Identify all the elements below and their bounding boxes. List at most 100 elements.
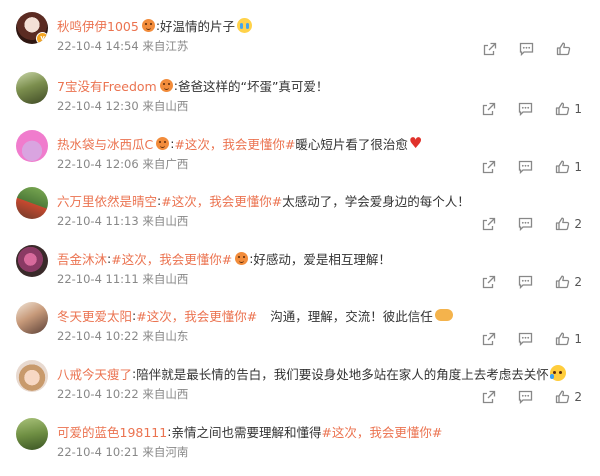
comment-item: 吾金沐沐 : #这次，我会更懂你# : 好感动，爱是相互理解！ 22-10-4 … <box>0 245 600 303</box>
comment-text: 爸爸这样的“坏蛋”真可爱！ <box>177 78 329 94</box>
thumbs-up-icon <box>556 42 571 56</box>
thumbs-up-icon <box>556 390 570 404</box>
user-level-badge-icon <box>141 18 155 32</box>
topic-link[interactable]: #这次，我会更懂你# <box>136 306 257 325</box>
comment-actions: 2 <box>460 274 582 290</box>
like-count: 2 <box>574 275 582 289</box>
comment-icon <box>519 102 533 116</box>
comment-text: 亲情之间也需要理解和懂得 <box>171 424 322 440</box>
comment-body: 吾金沐沐 : #这次，我会更懂你# : 好感动，爱是相互理解！ <box>57 248 391 268</box>
comment-location: 来自山东 <box>142 329 189 343</box>
comment-text: 太感动了，学会爱身边的每个人！ <box>282 193 470 209</box>
username-link[interactable]: 可爱的蓝色198111 <box>57 422 167 441</box>
share-icon <box>483 390 496 404</box>
avatar[interactable] <box>16 418 48 450</box>
username-link[interactable]: 秋鸣伊伊1005 <box>57 16 139 35</box>
thumbs-up-icon <box>556 102 570 116</box>
comment-item: 热水袋与冰西瓜C : #这次，我会更懂你# 暖心短片看了很治愈 ♥ 22-10-… <box>0 130 600 188</box>
comment-text: 好感动，爱是相互理解！ <box>253 251 391 267</box>
avatar[interactable] <box>16 187 48 219</box>
comment-item: 7宝没有Freedom : 爸爸这样的“坏蛋”真可爱！ 22-10-4 12:3… <box>0 72 600 130</box>
comment-body: 可爱的蓝色198111 : 亲情之间也需要理解和懂得 #这次，我会更懂你# <box>57 421 442 441</box>
comment-meta: 22-10-4 10:22 来自山东 <box>57 328 188 344</box>
comment-actions <box>461 41 582 57</box>
reply-button[interactable] <box>518 275 533 289</box>
share-button[interactable] <box>482 390 496 404</box>
thumbs-up-icon <box>556 160 570 174</box>
share-button[interactable] <box>482 275 496 289</box>
comment-actions: 1 <box>460 101 582 117</box>
like-button[interactable]: 1 <box>555 160 582 174</box>
like-count: 2 <box>574 217 582 231</box>
avatar[interactable] <box>16 360 48 392</box>
comment-location: 来自江苏 <box>142 39 189 53</box>
comment-item: 冬天更爱太阳 : #这次，我会更懂你# 沟通，理解，交流！彼此信任 22-10-… <box>0 302 600 360</box>
avatar[interactable] <box>16 245 48 277</box>
comment-actions: 2 <box>460 216 582 232</box>
like-count: 2 <box>574 390 582 404</box>
like-button[interactable]: 1 <box>555 102 582 116</box>
thumbs-up-icon <box>556 217 570 231</box>
reply-button[interactable] <box>518 332 533 346</box>
username-link[interactable]: 吾金沐沐 <box>57 249 107 268</box>
comment-icon <box>519 160 533 174</box>
username-link[interactable]: 热水袋与冰西瓜C <box>57 134 153 153</box>
comment-time: 22-10-4 14:54 <box>57 39 139 53</box>
topic-link[interactable]: #这次，我会更懂你# <box>174 134 295 153</box>
like-count: 1 <box>574 332 582 346</box>
topic-link[interactable]: #这次，我会更懂你# <box>161 191 282 210</box>
comment-location: 来自广西 <box>142 157 189 171</box>
like-button[interactable]: 2 <box>555 275 582 289</box>
comment-body: 冬天更爱太阳 : #这次，我会更懂你# 沟通，理解，交流！彼此信任 <box>57 305 453 325</box>
comment-location: 来自山西 <box>142 387 189 401</box>
share-icon <box>483 332 496 346</box>
comment-meta: 22-10-4 11:13 来自山西 <box>57 213 188 229</box>
like-button[interactable] <box>556 42 582 56</box>
share-button[interactable] <box>482 160 496 174</box>
avatar[interactable] <box>16 302 48 334</box>
avatar[interactable] <box>16 130 48 162</box>
reply-button[interactable] <box>518 390 533 404</box>
comment-body: 八戒今天瘦了 : 陪伴就是最长情的告白，我们要设身处地多站在家人的角度上去考虑去… <box>57 363 566 383</box>
reply-button[interactable] <box>518 102 533 116</box>
topic-link[interactable]: #这次，我会更懂你# <box>111 249 232 268</box>
thumbs-up-icon <box>556 332 570 346</box>
comment-list: v 秋鸣伊伊1005 : 好温情的片子 22-10-4 14:54 来自江苏 7… <box>0 0 600 465</box>
comment-meta: 22-10-4 14:54 来自江苏 <box>57 38 188 54</box>
handshake-emoji-icon <box>434 309 453 321</box>
topic-link[interactable]: #这次，我会更懂你# <box>321 422 442 441</box>
like-button[interactable]: 2 <box>555 217 582 231</box>
like-button[interactable]: 1 <box>555 332 582 346</box>
comment-location: 来自山西 <box>142 214 189 228</box>
comment-body: 秋鸣伊伊1005 : 好温情的片子 <box>57 15 253 35</box>
like-count: 1 <box>574 160 582 174</box>
comment-item: 六万里依然是晴空 : #这次，我会更懂你# 太感动了，学会爱身边的每个人！ 22… <box>0 187 600 245</box>
username-link[interactable]: 冬天更爱太阳 <box>57 306 132 325</box>
comment-text: 沟通，理解，交流！彼此信任 <box>270 308 433 324</box>
thumbs-up-icon <box>556 275 570 289</box>
username-link[interactable]: 六万里依然是晴空 <box>57 191 157 210</box>
verified-badge-icon: v <box>36 32 48 44</box>
comment-time: 22-10-4 12:06 <box>57 157 139 171</box>
share-button[interactable] <box>482 217 496 231</box>
reply-button[interactable] <box>518 160 533 174</box>
comment-icon <box>519 217 533 231</box>
share-button[interactable] <box>482 102 496 116</box>
comment-text: 陪伴就是最长情的告白，我们要设身处地多站在家人的角度上去考虑去关怀 <box>136 366 549 382</box>
comment-icon <box>519 275 533 289</box>
username-link[interactable]: 八戒今天瘦了 <box>57 364 132 383</box>
reply-button[interactable] <box>519 42 534 56</box>
comment-body: 7宝没有Freedom : 爸爸这样的“坏蛋”真可爱！ <box>57 75 328 95</box>
comment-text: 好温情的片子 <box>160 18 236 34</box>
share-button[interactable] <box>482 332 496 346</box>
share-button[interactable] <box>483 42 497 56</box>
comment-body: 六万里依然是晴空 : #这次，我会更懂你# 太感动了，学会爱身边的每个人！ <box>57 190 470 210</box>
like-button[interactable]: 2 <box>555 390 582 404</box>
comment-body: 热水袋与冰西瓜C : #这次，我会更懂你# 暖心短片看了很治愈 ♥ <box>57 133 422 153</box>
avatar[interactable] <box>16 72 48 104</box>
comment-item: v 秋鸣伊伊1005 : 好温情的片子 22-10-4 14:54 来自江苏 <box>0 12 600 70</box>
username-link[interactable]: 7宝没有Freedom <box>57 76 157 95</box>
reply-button[interactable] <box>518 217 533 231</box>
comment-meta: 22-10-4 10:22 来自山西 <box>57 386 188 402</box>
avatar[interactable]: v <box>16 12 48 44</box>
